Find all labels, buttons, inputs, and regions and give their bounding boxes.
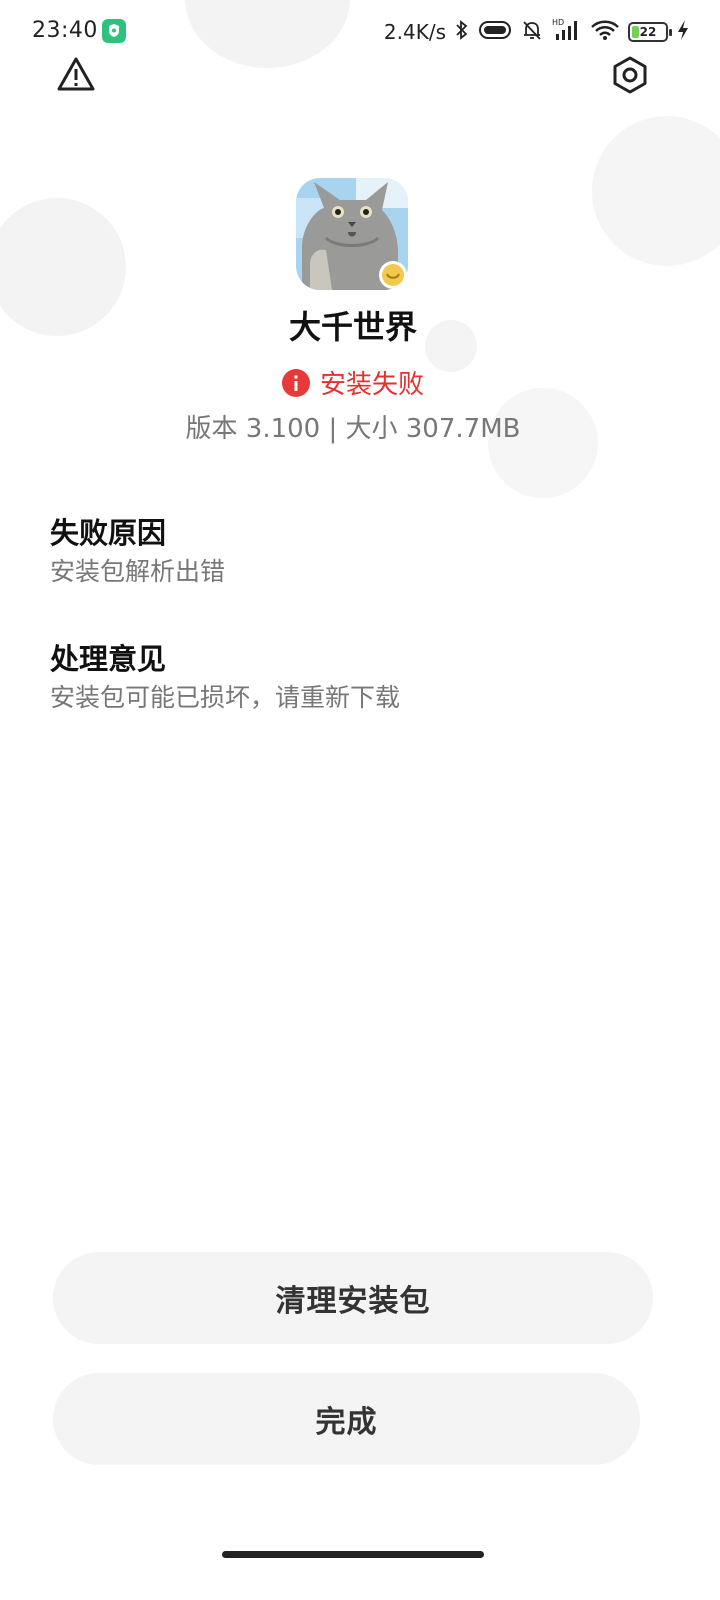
install-status-text: 安装失败 — [319, 370, 424, 400]
app-icon — [296, 178, 408, 290]
done-button[interactable]: 完成 — [53, 1373, 640, 1465]
signal-hd-icon: HD — [552, 17, 582, 47]
advice-title: 处理意见 — [50, 642, 167, 676]
status-bar: 23:40 2.4K/s HD 22 — [0, 0, 720, 62]
battery-indicator: 22 — [628, 22, 672, 42]
failure-reason-title: 失败原因 — [50, 516, 167, 550]
battery-level: 22 — [639, 25, 657, 39]
advice-text: 安装包可能已损坏，请重新下载 — [50, 683, 401, 712]
security-app-icon — [102, 19, 126, 43]
home-indicator[interactable] — [222, 1551, 484, 1558]
battery-tip — [669, 29, 672, 36]
warning-button[interactable] — [56, 57, 96, 97]
bluetooth-icon — [454, 18, 470, 46]
svg-text:HD: HD — [552, 18, 564, 27]
status-indicators: 2.4K/s HD 22 — [384, 16, 690, 48]
failure-reason-text: 安装包解析出错 — [50, 557, 226, 586]
network-speed: 2.4K/s — [383, 20, 446, 44]
decor-circle — [592, 116, 720, 266]
install-status: 安装失败 — [0, 364, 706, 401]
settings-button[interactable] — [610, 55, 650, 99]
app-name: 大千世界 — [288, 308, 417, 346]
status-time: 23:40 — [32, 18, 98, 43]
mute-bell-icon — [520, 18, 544, 46]
battery-fill — [632, 26, 639, 38]
wifi-icon — [590, 18, 620, 46]
version-info: 版本 3.100 | 大小 307.7MB — [185, 414, 521, 444]
settings-hexagon-icon — [610, 55, 650, 99]
error-info-icon — [281, 368, 310, 397]
vibrate-toggle-icon — [478, 19, 512, 45]
warning-triangle-icon — [56, 55, 96, 99]
charging-icon — [676, 18, 690, 46]
clean-package-button[interactable]: 清理安装包 — [53, 1252, 653, 1344]
